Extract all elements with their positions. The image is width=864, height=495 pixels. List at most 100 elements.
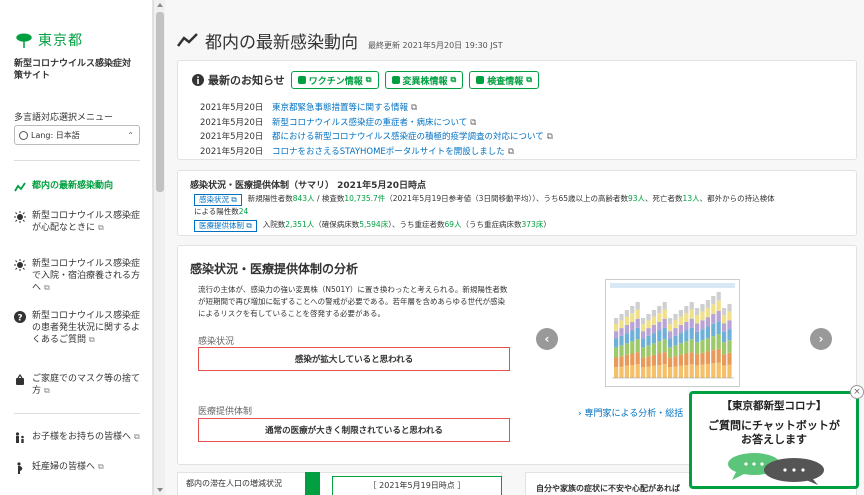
thumbnail-bar-segment bbox=[662, 309, 667, 319]
thumbnail-bar-segment bbox=[662, 318, 667, 328]
tokyo-logo[interactable]: 東京都 bbox=[14, 30, 83, 50]
thumbnail-bar-segment bbox=[711, 323, 716, 337]
thumbnail-bar-segment bbox=[657, 353, 662, 366]
globe-icon bbox=[19, 130, 28, 140]
thumbnail-bar-segment bbox=[646, 366, 651, 378]
thumbnail-bar-segment bbox=[651, 343, 656, 355]
pill-label: ワクチン情報 bbox=[308, 76, 363, 87]
thumbnail-bar-segment bbox=[673, 328, 678, 336]
thumbnail-bar-segment bbox=[624, 324, 629, 334]
thumbnail-bar-segment bbox=[657, 365, 662, 378]
virus-icon bbox=[14, 259, 26, 271]
thumbnail-bar-segment bbox=[657, 330, 662, 342]
list-item: 2021年5月20日 新型コロナウイルス感染症の重症者・病床について ⧉ bbox=[200, 116, 553, 131]
trash-bag-icon bbox=[16, 374, 24, 385]
thumbnail-bar-segment bbox=[727, 352, 732, 365]
thumbnail-bar-segment bbox=[646, 345, 651, 357]
thumbnail-bar-segment bbox=[684, 341, 689, 354]
scroll-down-arrow-icon[interactable] bbox=[157, 488, 163, 492]
thumbnail-bar-segment bbox=[668, 367, 673, 378]
infection-status-box: 感染が拡大していると思われる bbox=[198, 347, 510, 371]
carousel-next-button[interactable]: › bbox=[810, 328, 832, 350]
thumbnail-bar-segment bbox=[635, 302, 640, 310]
external-link-icon: ⧉ bbox=[450, 75, 457, 84]
thumbnail-bar-segment bbox=[630, 321, 635, 331]
nav-pregnant[interactable]: 妊産婦の皆様へ ⧉ bbox=[14, 461, 144, 474]
carousel-prev-button[interactable]: ‹ bbox=[536, 328, 558, 350]
thumbnail-bar-segment bbox=[614, 367, 619, 378]
nav-mask-disposal[interactable]: ご家庭でのマスク等の捨て方 ⧉ bbox=[14, 373, 144, 397]
list-item: 2021年5月20日 都における新型コロナウイルス感染症の積極的疫学調査の対応に… bbox=[200, 130, 553, 145]
news-link[interactable]: 新型コロナウイルス感染症の重症者・病床について bbox=[272, 116, 467, 131]
thumbnail-bar-segment bbox=[722, 308, 727, 315]
thumbnail-bar-segment bbox=[657, 306, 662, 314]
thumbnail-bar-segment bbox=[668, 318, 673, 324]
thumbnail-bar-segment bbox=[673, 356, 678, 367]
expert-analysis-link[interactable]: › 専門家による分析・総括 bbox=[578, 406, 683, 419]
value: 10,735.7件 bbox=[344, 194, 386, 203]
news-link[interactable]: 都における新型コロナウイルス感染症の積極的疫学調査の対応について bbox=[272, 130, 544, 145]
analysis-text: 流行の主体が、感染力の強い変異株（N501Y）に置き換わったと考えられる。新規陽… bbox=[198, 285, 508, 318]
summary-infection-text: 新規陽性者数843人 / 検査数10,735.7件（2021年5月19日参考値（… bbox=[248, 194, 775, 206]
thumbnail-bar-segment bbox=[695, 315, 700, 324]
infection-status-link[interactable]: 感染状況 ⧉ bbox=[194, 194, 242, 206]
thumbnail-bar-segment bbox=[684, 321, 689, 331]
page-title: 都内の最新感染動向 bbox=[205, 33, 358, 53]
thumbnail-bar-segment bbox=[705, 300, 710, 308]
thumbnail-bar-segment bbox=[727, 304, 732, 312]
value: 24 bbox=[238, 207, 249, 216]
nav-label: お子様をお持ちの皆様へ bbox=[32, 432, 132, 442]
thumbnail-bar-segment bbox=[678, 310, 683, 317]
thumbnail-bar-segment bbox=[722, 354, 727, 366]
thumbnail-bar-segment bbox=[711, 350, 716, 364]
thumbnail-bar-segment bbox=[635, 339, 640, 353]
thumbnail-bar-segment bbox=[662, 352, 667, 365]
link-label: 専門家による分析・総括 bbox=[584, 409, 684, 419]
thumbnail-bar-segment bbox=[705, 317, 710, 327]
chatbot-widget[interactable]: × 【東京都新型コロナ】 ご質問にチャットボットが お答えします bbox=[689, 385, 864, 489]
nav-latest-trends[interactable]: 都内の最新感染動向 bbox=[14, 180, 144, 193]
value: 5,594床 bbox=[359, 220, 389, 229]
date-badge: ［ 2021年5月19日時点 ］ bbox=[332, 476, 502, 495]
nav-children[interactable]: お子様をお持ちの皆様へ ⧉ bbox=[14, 431, 144, 444]
nav-faq[interactable]: ? 新型コロナウイルス感染症の患者発生状況に関するよくあるご質問 ⧉ bbox=[14, 310, 144, 346]
thumbnail-bar-segment bbox=[716, 362, 721, 378]
scrollbar-thumb[interactable] bbox=[156, 12, 164, 192]
test-info-button[interactable]: 検査情報 ⧉ bbox=[469, 71, 539, 89]
variant-info-button[interactable]: 変異株情報 ⧉ bbox=[384, 71, 464, 89]
thumbnail-bar-segment bbox=[641, 338, 646, 348]
thumbnail-bar-segment bbox=[614, 347, 619, 358]
chat-bubbles-icon bbox=[728, 453, 824, 485]
summary-medical-row: 医療提供体制 ⧉ 入院数2,351人（確保病床数5,594床）、うち重症者数69… bbox=[194, 220, 854, 232]
thumbnail-bar-segment bbox=[678, 343, 683, 355]
medical-system-link[interactable]: 医療提供体制 ⧉ bbox=[194, 220, 257, 232]
thumbnail-bar-segment bbox=[673, 335, 678, 346]
scroll-up-arrow-icon[interactable] bbox=[157, 3, 163, 7]
analysis-chart-thumbnail[interactable] bbox=[605, 279, 740, 387]
thumbnail-bar-segment bbox=[662, 339, 667, 353]
news-link[interactable]: 東京都緊急事態措置等に関する情報 bbox=[272, 101, 408, 116]
news-link[interactable]: コロナをおさえるSTAYHOMEポータルサイトを開設しました bbox=[272, 145, 505, 160]
sidebar-scrollbar[interactable] bbox=[153, 0, 165, 495]
close-icon[interactable]: × bbox=[850, 385, 864, 399]
news-date: 2021年5月20日 bbox=[200, 117, 264, 128]
external-link-icon: ⧉ bbox=[44, 283, 50, 292]
nav-worried[interactable]: 新型コロナウイルス感染症が心配なときに ⧉ bbox=[14, 210, 144, 234]
summary-title: 感染状況・医療提供体制（サマリ） 2021年5月20日時点 bbox=[190, 181, 426, 191]
language-select[interactable]: Lang: 日本語 ⌃ bbox=[14, 125, 140, 145]
language-select-value: Lang: 日本語 bbox=[31, 130, 80, 140]
thumbnail-bar-segment bbox=[689, 318, 694, 328]
thumbnail-bar-segment bbox=[630, 353, 635, 366]
thumbnail-bar-segment bbox=[646, 320, 651, 329]
text: （確保病床数 bbox=[314, 220, 360, 229]
thumbnail-bar-segment bbox=[716, 292, 721, 301]
thumbnail-bar-segment bbox=[727, 364, 732, 378]
chatbot-message-line: ご質問にチャットボットが bbox=[708, 419, 840, 432]
thumbnail-bar-segment bbox=[614, 331, 619, 339]
thumbnail-bar-segment bbox=[678, 316, 683, 325]
thumbnail-bar-segment bbox=[705, 326, 710, 339]
thumbnail-bar-segment bbox=[624, 333, 629, 344]
nav-hospitalized[interactable]: 新型コロナウイルス感染症で入院・宿泊療養される方へ ⧉ bbox=[14, 258, 144, 294]
thumbnail-bar-segment bbox=[673, 314, 678, 321]
vaccine-info-button[interactable]: ワクチン情報 ⧉ bbox=[290, 71, 379, 89]
